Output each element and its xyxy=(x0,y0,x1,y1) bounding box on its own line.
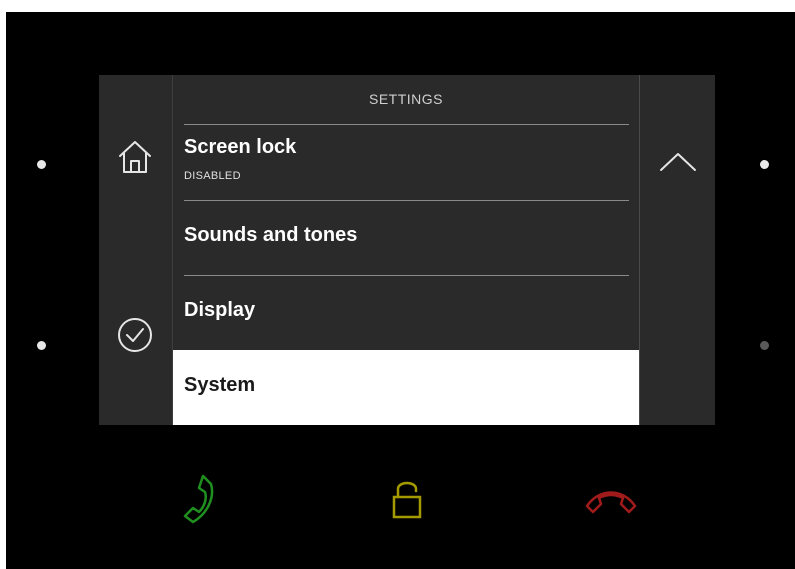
menu-item-screen-lock[interactable]: Screen lock DISABLED xyxy=(173,124,639,199)
chevron-up-icon xyxy=(660,153,696,171)
phone-hangup-icon xyxy=(585,491,637,514)
phone-answer-icon xyxy=(183,474,214,524)
call-answer-button[interactable] xyxy=(176,470,226,530)
unlock-icon xyxy=(392,481,422,519)
display-screen: SETTINGS Screen lock DISABLED Sounds and… xyxy=(99,75,715,425)
menu-item-label: Sounds and tones xyxy=(184,224,358,246)
indicator-dot-left-bottom xyxy=(37,341,46,350)
check-circle-icon xyxy=(118,318,152,352)
menu-item-system[interactable]: System xyxy=(173,350,639,425)
menu-item-display[interactable]: Display xyxy=(173,275,639,350)
menu-item-status: DISABLED xyxy=(184,170,241,182)
confirm-button[interactable] xyxy=(113,313,157,357)
indicator-dot-right-bottom xyxy=(760,341,769,350)
call-hangup-button[interactable] xyxy=(581,480,641,520)
indicator-dot-right-top xyxy=(760,160,769,169)
intercom-device: SETTINGS Screen lock DISABLED Sounds and… xyxy=(6,12,795,569)
scroll-up-button[interactable] xyxy=(654,141,702,181)
right-softkey-column xyxy=(639,75,716,425)
indicator-dot-left-top xyxy=(37,160,46,169)
home-icon xyxy=(119,141,151,173)
menu-item-label: Display xyxy=(184,299,256,321)
divider xyxy=(184,124,629,125)
home-button[interactable] xyxy=(113,135,157,179)
unlock-button[interactable] xyxy=(384,474,430,524)
menu-item-label: Screen lock xyxy=(184,136,297,158)
menu-item-sounds-and-tones[interactable]: Sounds and tones xyxy=(173,200,639,275)
left-softkey-column xyxy=(99,75,173,425)
menu-item-label: System xyxy=(184,374,256,396)
divider xyxy=(184,200,629,201)
screen-title: SETTINGS xyxy=(368,91,443,107)
divider xyxy=(184,275,629,276)
settings-menu: Screen lock DISABLED Sounds and tones Di… xyxy=(173,124,639,425)
